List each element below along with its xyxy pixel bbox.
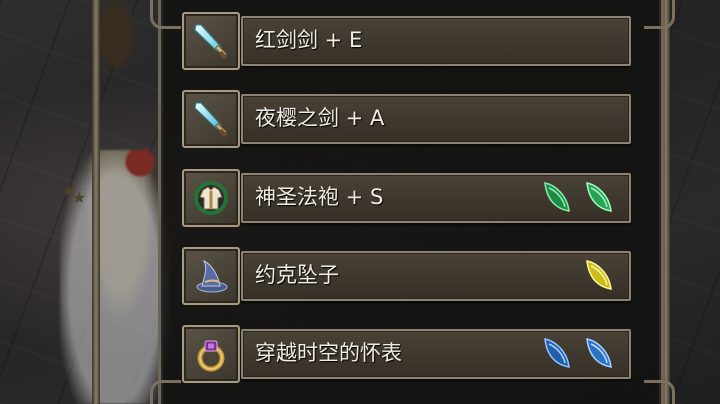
frame-corner-ornament: [150, 0, 181, 29]
gem-sockets: [539, 333, 615, 373]
game-screen: ★ ★ 红剑剑 + E 夜樱之剑 + A 神圣法袍 + S 约克坠子 穿越时空的…: [0, 0, 720, 404]
item-name: 约克坠子: [255, 263, 339, 287]
gem-sockets: [581, 255, 615, 295]
yellow-gem-icon: [581, 257, 615, 293]
item-slot[interactable]: [182, 90, 240, 148]
left-frame-bar: [92, 0, 100, 404]
item-slot[interactable]: [182, 12, 240, 70]
green-gem-icon: [581, 179, 615, 215]
item-name-bar: 红剑剑 + E: [241, 16, 631, 66]
item-row-1[interactable]: 夜樱之剑 + A: [182, 90, 632, 148]
green-gem-icon: [539, 179, 573, 215]
item-row-4[interactable]: 穿越时空的怀表: [182, 325, 632, 383]
sword-icon: [194, 102, 228, 138]
item-slot[interactable]: [182, 247, 240, 305]
wizard-hat-icon: [196, 259, 228, 293]
item-name: 夜樱之剑 + A: [255, 106, 385, 130]
item-name-bar: 约克坠子: [241, 251, 631, 301]
item-slot[interactable]: [182, 169, 240, 227]
item-name-bar: 夜樱之剑 + A: [241, 94, 631, 144]
item-row-3[interactable]: 约克坠子: [182, 247, 632, 305]
item-name: 神圣法袍 + S: [255, 185, 384, 209]
frame-corner-ornament: [150, 380, 181, 404]
star-icon: ★: [72, 188, 87, 207]
item-name-bar: 穿越时空的怀表: [241, 329, 631, 379]
item-slot[interactable]: [182, 325, 240, 383]
gem-sockets: [539, 177, 615, 217]
blue-gem-icon: [539, 335, 573, 371]
background-character-top: [95, 0, 135, 70]
ring-icon: [197, 340, 225, 372]
item-row-2[interactable]: 神圣法袍 + S: [182, 169, 632, 227]
frame-corner-ornament: [644, 380, 675, 404]
item-name-bar: 神圣法袍 + S: [241, 173, 631, 223]
item-name: 穿越时空的怀表: [255, 341, 402, 365]
frame-corner-ornament: [644, 0, 675, 29]
sword-icon: [194, 24, 228, 60]
blue-gem-icon: [581, 335, 615, 371]
item-row-0[interactable]: 红剑剑 + E: [182, 12, 632, 70]
robe-icon: [194, 181, 228, 215]
item-name: 红剑剑 + E: [255, 28, 363, 52]
